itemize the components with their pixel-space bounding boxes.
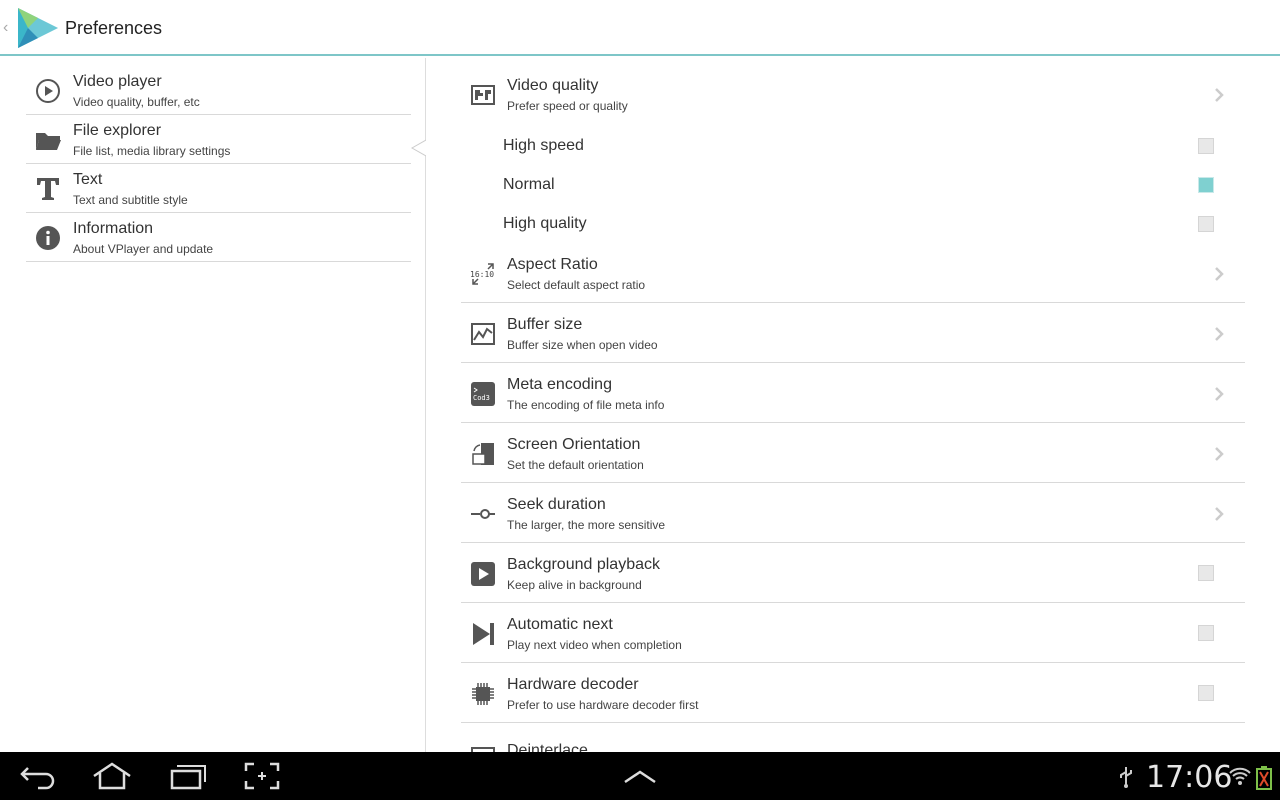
chevron-right-icon xyxy=(1215,327,1224,341)
category-title: Information xyxy=(73,220,154,237)
category-title: Text xyxy=(73,171,103,188)
settings-panel: Video quality Prefer speed or quality Hi… xyxy=(426,58,1280,752)
setting-automatic-next[interactable]: Automatic next Play next video when comp… xyxy=(461,603,1245,663)
automatic-next-checkbox[interactable] xyxy=(1198,625,1214,641)
setting-subtitle: Play next video when completion xyxy=(507,638,682,652)
back-caret-icon[interactable]: ‹ xyxy=(3,19,8,37)
chevron-right-icon xyxy=(1215,507,1224,521)
folder-icon xyxy=(36,133,61,150)
chevron-up-icon[interactable] xyxy=(620,762,660,790)
setting-subtitle: Prefer speed or quality xyxy=(507,99,628,113)
setting-screen-orientation[interactable]: Screen Orientation Set the default orien… xyxy=(461,423,1245,483)
setting-subtitle: Buffer size when open video xyxy=(507,338,658,352)
option-high-speed[interactable]: High speed xyxy=(461,126,1245,165)
chevron-right-icon xyxy=(1215,267,1224,281)
option-label: Normal xyxy=(503,176,555,193)
option-normal[interactable]: Normal xyxy=(461,165,1245,204)
aspect-ratio-icon: 16:10 xyxy=(470,263,494,285)
video-quality-icon xyxy=(471,85,495,105)
setting-title: Video quality xyxy=(507,77,599,94)
wifi-icon xyxy=(1229,767,1251,785)
category-file-explorer[interactable]: File explorer File list, media library s… xyxy=(26,115,411,164)
setting-subtitle: The encoding of file meta info xyxy=(507,398,665,412)
setting-title: Seek duration xyxy=(507,496,606,513)
setting-subtitle: Keep alive in background xyxy=(507,578,642,592)
hardware-decoder-checkbox[interactable] xyxy=(1198,685,1214,701)
setting-title: Meta encoding xyxy=(507,376,612,393)
option-checkbox[interactable] xyxy=(1198,138,1214,154)
page-title: Preferences xyxy=(65,18,163,38)
code-icon: Cod3 xyxy=(471,382,495,406)
svg-text:16:10: 16:10 xyxy=(470,270,494,279)
chevron-right-icon xyxy=(1215,88,1224,102)
category-video-player[interactable]: Video player Video quality, buffer, etc xyxy=(26,66,411,115)
clock: 17:06 xyxy=(1146,760,1233,795)
category-subtitle: File list, media library settings xyxy=(73,144,231,158)
action-bar: ‹ Preferences xyxy=(0,0,1280,56)
orientation-icon xyxy=(472,443,494,465)
setting-video-quality[interactable]: Video quality Prefer speed or quality xyxy=(461,64,1245,124)
selection-caret-icon xyxy=(410,139,426,157)
option-label: High speed xyxy=(503,137,584,154)
category-title: Video player xyxy=(73,73,162,90)
play-box-icon xyxy=(471,562,495,586)
setting-title: Automatic next xyxy=(507,616,613,633)
skip-next-icon xyxy=(473,623,494,645)
category-information[interactable]: Information About VPlayer and update xyxy=(26,213,411,262)
chart-icon xyxy=(471,323,495,345)
background-playback-checkbox[interactable] xyxy=(1198,565,1214,581)
seek-icon xyxy=(471,509,495,519)
play-circle-icon xyxy=(36,79,60,103)
setting-subtitle: Select default aspect ratio xyxy=(507,278,646,292)
setting-subtitle: Prefer to use hardware decoder first xyxy=(507,698,699,712)
chevron-right-icon xyxy=(1215,387,1224,401)
setting-aspect-ratio[interactable]: 16:10 Aspect Ratio Select default aspect… xyxy=(461,243,1245,303)
usb-icon xyxy=(1120,767,1132,788)
setting-title: Background playback xyxy=(507,556,660,573)
system-bar: 17:06 xyxy=(0,752,1280,800)
setting-title: Hardware decoder xyxy=(507,676,639,693)
option-label: High quality xyxy=(503,215,587,232)
category-text[interactable]: Text Text and subtitle style xyxy=(26,164,411,213)
setting-meta-encoding[interactable]: Cod3 Meta encoding The encoding of file … xyxy=(461,363,1245,423)
setting-title: Deinterlace xyxy=(507,742,588,752)
setting-title: Buffer size xyxy=(507,316,583,333)
category-subtitle: Text and subtitle style xyxy=(73,193,188,207)
screenshot-icon[interactable] xyxy=(242,762,282,790)
setting-hardware-decoder[interactable]: Hardware decoder Prefer to use hardware … xyxy=(461,663,1245,723)
home-icon[interactable] xyxy=(92,762,132,790)
battery-charging-icon xyxy=(1256,766,1272,790)
category-subtitle: About VPlayer and update xyxy=(73,242,214,256)
setting-title: Aspect Ratio xyxy=(507,256,598,273)
category-title: File explorer xyxy=(73,122,162,139)
setting-deinterlace[interactable]: Deinterlace xyxy=(461,728,1245,752)
category-subtitle: Video quality, buffer, etc xyxy=(73,95,200,109)
setting-background-playback[interactable]: Background playback Keep alive in backgr… xyxy=(461,543,1245,603)
app-logo-icon[interactable] xyxy=(14,4,60,52)
recent-apps-icon[interactable] xyxy=(168,762,208,790)
setting-buffer-size[interactable]: Buffer size Buffer size when open video xyxy=(461,303,1245,363)
setting-seek-duration[interactable]: Seek duration The larger, the more sensi… xyxy=(461,483,1245,543)
text-icon xyxy=(37,178,59,200)
back-icon[interactable] xyxy=(18,762,58,790)
setting-subtitle: The larger, the more sensitive xyxy=(507,518,666,532)
chevron-right-icon xyxy=(1215,447,1224,461)
svg-text:Cod3: Cod3 xyxy=(473,394,490,402)
option-high-quality[interactable]: High quality xyxy=(461,204,1245,243)
option-checkbox[interactable] xyxy=(1198,177,1214,193)
setting-title: Screen Orientation xyxy=(507,436,641,453)
chip-icon xyxy=(472,683,494,705)
setting-subtitle: Set the default orientation xyxy=(507,458,644,472)
category-list: Video player Video quality, buffer, etc … xyxy=(0,58,426,752)
option-checkbox[interactable] xyxy=(1198,216,1214,232)
info-icon xyxy=(36,226,60,250)
